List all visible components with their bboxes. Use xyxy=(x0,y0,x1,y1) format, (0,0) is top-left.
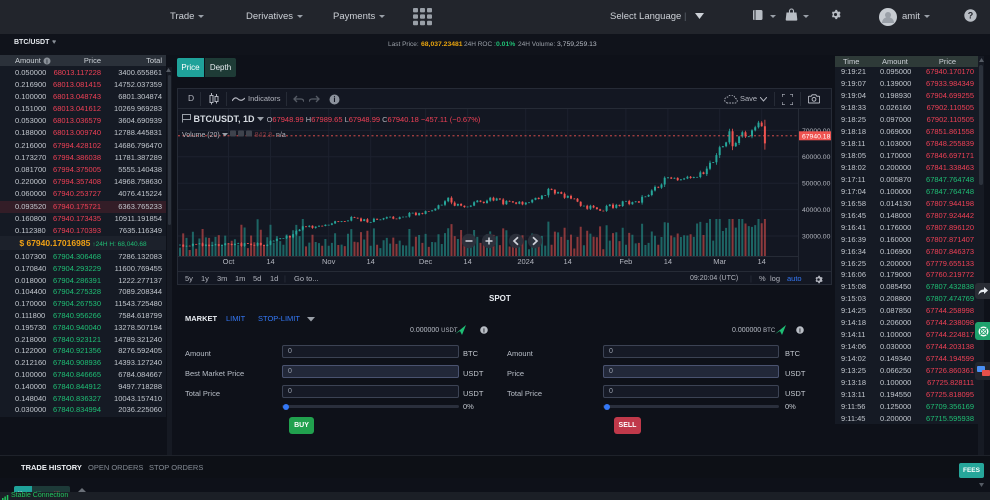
svg-text:14: 14 xyxy=(564,257,572,266)
svg-text:40000.00: 40000.00 xyxy=(802,207,831,214)
svg-text:Nov: Nov xyxy=(322,257,336,266)
svg-text:60000.00: 60000.00 xyxy=(802,154,831,161)
svg-text:14: 14 xyxy=(664,257,672,266)
svg-text:30000.00: 30000.00 xyxy=(802,233,831,240)
svg-text:2024: 2024 xyxy=(517,257,534,266)
svg-text:14: 14 xyxy=(266,257,274,266)
svg-text:14: 14 xyxy=(463,257,471,266)
svg-text:Oct: Oct xyxy=(223,257,236,266)
svg-text:i: i xyxy=(333,95,335,104)
svg-text:67940.18: 67940.18 xyxy=(802,133,831,140)
svg-text:Mar: Mar xyxy=(713,257,726,266)
svg-text:Feb: Feb xyxy=(619,257,632,266)
svg-text:14: 14 xyxy=(758,257,766,266)
svg-text:14: 14 xyxy=(367,257,375,266)
svg-text:50000.00: 50000.00 xyxy=(802,181,831,188)
svg-text:?: ? xyxy=(968,11,974,21)
svg-text:Dec: Dec xyxy=(419,257,433,266)
